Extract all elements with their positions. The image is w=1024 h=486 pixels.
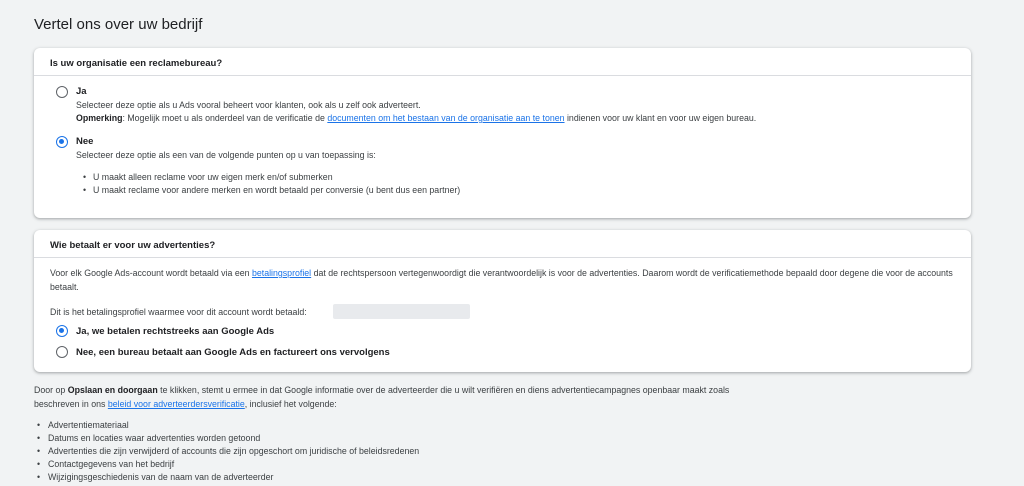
- payer-direct-label: Ja, we betalen rechtstreeks aan Google A…: [76, 326, 275, 337]
- verification-policy-link[interactable]: beleid voor adverteerdersverificatie: [108, 399, 245, 409]
- agency-yes-label: Ja: [76, 86, 87, 97]
- payer-agency-label: Nee, een bureau betaalt aan Google Ads e…: [76, 347, 390, 358]
- list-item: Advertenties die zijn verwijderd of acco…: [37, 446, 419, 459]
- agency-no-radio[interactable]: [56, 136, 68, 148]
- agency-yes-radio[interactable]: [56, 86, 68, 98]
- agency-no-label: Nee: [76, 136, 94, 147]
- list-item: Contactgegevens van het bedrijf: [37, 459, 419, 472]
- note-prefix: : Mogelijk moet u als onderdeel van de v…: [122, 113, 328, 123]
- agency-no-description: Selecteer deze optie als een van de volg…: [76, 150, 376, 160]
- payer-question-heading: Wie betaalt er voor uw advertenties?: [34, 230, 971, 258]
- consent-bold: Opslaan en doorgaan: [67, 385, 158, 395]
- list-item: Advertentiemateriaal: [37, 420, 419, 433]
- documents-link[interactable]: documenten om het bestaan van de organis…: [327, 113, 564, 123]
- consent-prefix: Door op: [34, 385, 68, 395]
- agency-yes-description: Selecteer deze optie als u Ads vooral be…: [76, 100, 421, 110]
- agency-question-card: Is uw organisatie een reclamebureau? Ja …: [34, 48, 971, 218]
- list-item: Datums en locaties waar advertenties wor…: [37, 433, 419, 446]
- note-suffix: indienen voor uw klant en voor uw eigen …: [564, 113, 757, 123]
- disclosure-list: Advertentiemateriaal Datums en locaties …: [37, 420, 419, 485]
- payer-question-card: Wie betaalt er voor uw advertenties? Voo…: [34, 230, 971, 372]
- payer-agency-radio[interactable]: [56, 346, 68, 358]
- agency-no-bullet: U maakt alleen reclame voor uw eigen mer…: [83, 172, 333, 182]
- payer-direct-radio[interactable]: [56, 325, 68, 337]
- payment-profile-label: Dit is het betalingsprofiel waarmee voor…: [50, 307, 307, 317]
- consent-suffix: , inclusief het volgende:: [244, 399, 337, 409]
- list-item: Wijzigingsgeschiedenis van de naam van d…: [37, 472, 419, 485]
- payment-profile-value: [333, 304, 470, 319]
- agency-yes-note: Opmerking: Mogelijk moet u als onderdeel…: [76, 113, 756, 123]
- agency-question-heading: Is uw organisatie een reclamebureau?: [34, 48, 971, 76]
- payer-intro-prefix: Voor elk Google Ads-account wordt betaal…: [50, 268, 252, 278]
- note-label: Opmerking: [76, 113, 123, 123]
- page-title: Vertel ons over uw bedrijf: [34, 16, 203, 33]
- payer-intro: Voor elk Google Ads-account wordt betaal…: [50, 266, 955, 294]
- agency-no-bullet: U maakt reclame voor andere merken en wo…: [83, 185, 460, 195]
- payment-profile-link[interactable]: betalingsprofiel: [252, 268, 311, 278]
- consent-text: Door op Opslaan en doorgaan te klikken, …: [34, 383, 734, 411]
